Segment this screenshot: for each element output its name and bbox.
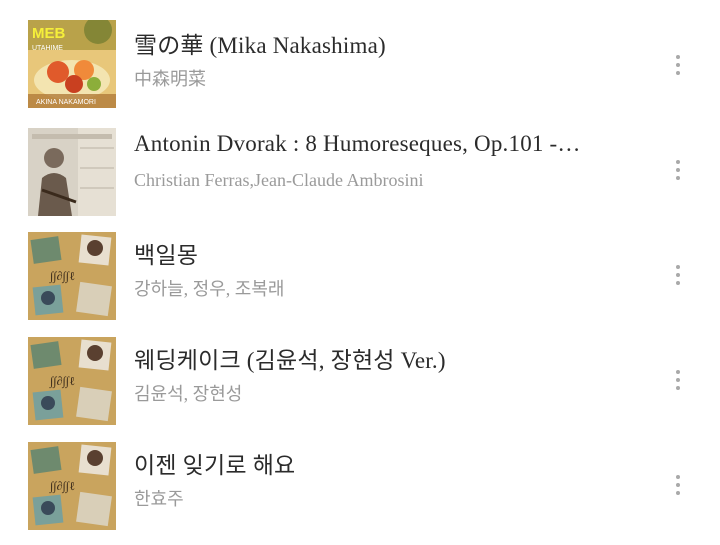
vertical-ellipsis-icon bbox=[676, 475, 680, 479]
album-art-meb-image: MEB UTAHIME AKINA NAKAMORI bbox=[28, 20, 116, 108]
album-art-korean-ost-image: ∫∫∂∫∫ℓ bbox=[28, 232, 116, 320]
album-art-korean-ost-image: ∫∫∂∫∫ℓ bbox=[28, 337, 116, 425]
more-options-button[interactable] bbox=[668, 365, 688, 395]
vertical-ellipsis-icon bbox=[676, 265, 680, 269]
track-row[interactable]: ∫∫∂∫∫ℓ 이젠 잊기로 해요 한효주 bbox=[0, 440, 720, 545]
vertical-ellipsis-icon bbox=[676, 160, 680, 164]
vertical-ellipsis-icon bbox=[676, 55, 680, 59]
more-options-button[interactable] bbox=[668, 260, 688, 290]
svg-text:∫∫∂∫∫ℓ: ∫∫∂∫∫ℓ bbox=[49, 479, 75, 493]
vertical-ellipsis-icon bbox=[676, 370, 680, 374]
album-art-violinist-image bbox=[28, 128, 116, 216]
svg-text:∫∫∂∫∫ℓ: ∫∫∂∫∫ℓ bbox=[49, 374, 75, 388]
track-list: MEB UTAHIME AKINA NAKAMORI 雪の華 (Mika Nak… bbox=[0, 0, 720, 540]
track-title: Antonin Dvorak : 8 Humoreseques, Op.101 … bbox=[134, 131, 581, 156]
more-options-button[interactable] bbox=[668, 470, 688, 500]
more-options-button[interactable] bbox=[668, 155, 688, 185]
album-art[interactable]: ∫∫∂∫∫ℓ bbox=[28, 337, 116, 425]
track-artist: 김윤석, 장현성 bbox=[134, 384, 243, 404]
track-row[interactable]: Antonin Dvorak : 8 Humoreseques, Op.101 … bbox=[0, 125, 720, 230]
album-art[interactable]: ∫∫∂∫∫ℓ bbox=[28, 232, 116, 320]
track-row[interactable]: ∫∫∂∫∫ℓ 백일몽 강하늘, 정우, 조복래 bbox=[0, 230, 720, 335]
album-art[interactable]: ∫∫∂∫∫ℓ bbox=[28, 442, 116, 530]
svg-text:∫∫∂∫∫ℓ: ∫∫∂∫∫ℓ bbox=[49, 269, 75, 283]
art-title-text: MEB bbox=[32, 25, 66, 42]
track-artist: Christian Ferras,Jean-Claude Ambrosini bbox=[134, 170, 424, 190]
album-art[interactable] bbox=[28, 128, 116, 216]
track-title: 웨딩케이크 (김윤석, 장현성 Ver.) bbox=[134, 348, 446, 373]
track-title: 雪の華 (Mika Nakashima) bbox=[134, 33, 386, 58]
track-title: 백일몽 bbox=[134, 243, 199, 268]
track-artist: 한효주 bbox=[134, 489, 184, 509]
track-title: 이젠 잊기로 해요 bbox=[134, 453, 296, 478]
more-options-button[interactable] bbox=[668, 50, 688, 80]
track-artist: 中森明菜 bbox=[134, 69, 206, 89]
track-row[interactable]: MEB UTAHIME AKINA NAKAMORI 雪の華 (Mika Nak… bbox=[0, 20, 720, 125]
track-artist: 강하늘, 정우, 조복래 bbox=[134, 279, 285, 299]
art-artist-text: AKINA NAKAMORI bbox=[36, 99, 96, 106]
album-art[interactable]: MEB UTAHIME AKINA NAKAMORI bbox=[28, 20, 116, 108]
album-art-korean-ost-image: ∫∫∂∫∫ℓ bbox=[28, 442, 116, 530]
track-row[interactable]: ∫∫∂∫∫ℓ 웨딩케이크 (김윤석, 장현성 Ver.) 김윤석, 장현성 bbox=[0, 335, 720, 440]
art-side-text: UTAHIME bbox=[32, 45, 63, 52]
